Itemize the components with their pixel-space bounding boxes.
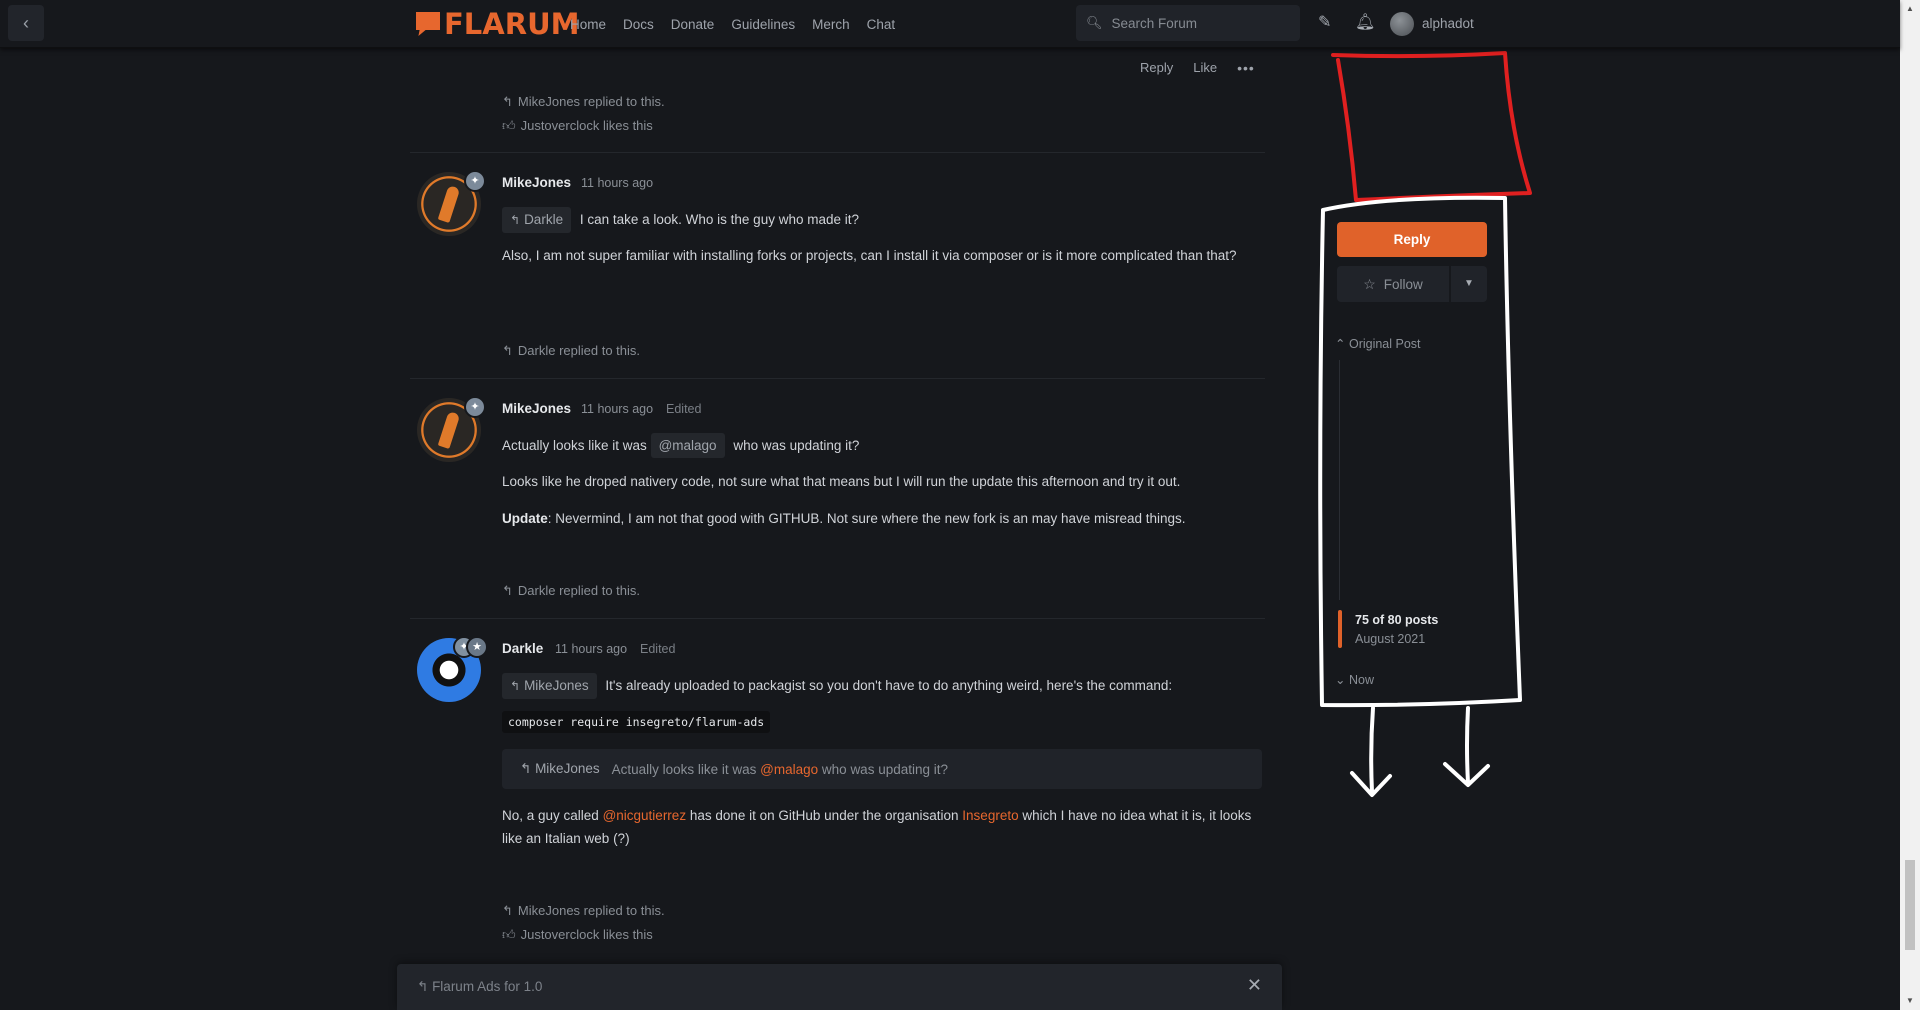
reply-to-tag[interactable]: ↰ MikeJones [502,673,597,699]
nav-chat[interactable]: Chat [867,17,896,32]
scroll-thumb[interactable] [1905,860,1915,950]
logo-icon [416,12,440,36]
likes-footer[interactable]: 👍︎ Justoverclock likes this [502,118,653,134]
site-logo[interactable]: FLARUM [416,9,579,39]
likes-footer[interactable]: 👍︎ Justoverclock likes this [502,927,653,943]
post-paragraph: Looks like he droped nativery code, not … [502,474,1181,489]
follow-button[interactable]: ☆ Follow [1337,266,1449,302]
code-snippet: composer require insegreto/flarum-ads [502,711,771,733]
reply-icon: ↰ [520,761,536,776]
caret-down-icon: ▼ [1464,278,1474,289]
quote-author: ↰ MikeJones [520,761,600,776]
scrubber-date: August 2021 [1355,632,1426,646]
close-icon[interactable]: ✕ [1247,975,1262,996]
reply-icon: ↰ [502,343,513,358]
quoted-post[interactable]: ↰ MikeJones Actually looks like it was @… [502,749,1262,789]
badge-icon: ✦ [464,170,486,192]
nav-home[interactable]: Home [570,17,606,32]
replied-footer[interactable]: ↰ Darkle replied to this. [502,583,640,599]
white-arrow-right [1443,706,1490,787]
scrubber-now[interactable]: ⌄ Now [1335,672,1374,687]
post-time[interactable]: 11 hours ago [581,176,653,190]
reply-icon: ↰ [510,213,521,227]
thumbs-up-icon: 👍︎ [502,927,516,942]
post-divider [410,618,1265,619]
reply-icon: ↰ [502,903,513,918]
thumbs-up-icon: 👍︎ [502,118,516,133]
post-paragraph: Update: Nevermind, I am not that good wi… [502,511,1186,526]
scrubber-track[interactable] [1339,360,1340,600]
star-icon: ☆ [1363,275,1376,292]
compose-icon[interactable]: ✎ [1318,12,1331,32]
post-author[interactable]: Darkle [502,641,543,656]
user-mention[interactable]: @malago [650,433,725,458]
scroll-down-icon[interactable]: ▼ [1906,996,1914,1005]
reply-icon: ↰ [502,583,513,598]
double-chevron-up-icon: ⌃ [1335,337,1346,351]
post-actions: Reply Like ••• [1140,60,1255,76]
badge-icon: ★ [466,636,488,658]
reply-to-tag[interactable]: ↰ Darkle [502,207,572,233]
composer-title[interactable]: ↰ Flarum Ads for 1.0 [417,979,542,995]
scrubber-count: 75 of 80 posts [1355,613,1439,627]
post-body: ↰ Darkle I can take a look. Who is the gu… [502,207,1262,233]
org-link[interactable]: Insegreto [962,808,1018,823]
scrubber-original-post[interactable]: ⌃ Original Post [1335,336,1421,351]
replied-footer[interactable]: ↰ Darkle replied to this. [502,343,640,359]
post-paragraph: Actually looks like it was @malago who w… [502,433,1262,458]
badge-icon: ✦ [464,396,486,418]
post-divider [410,152,1265,153]
post-time[interactable]: 11 hours ago [581,402,653,416]
post-author[interactable]: MikeJones [502,401,571,416]
nav-guidelines[interactable]: Guidelines [731,17,795,32]
red-box-drawing [1331,51,1532,202]
search-input[interactable]: 🔍︎ Search Forum [1076,5,1300,41]
post-divider [410,378,1265,379]
post-paragraph: No, a guy called @nicgutierrez has done … [502,808,1252,846]
chevron-left-icon: ‹ [23,12,29,33]
reply-icon: ↰ [502,94,513,109]
post-time[interactable]: 11 hours ago [555,642,627,656]
post-paragraph: Also, I am not super familiar with insta… [502,248,1237,263]
logo-text: FLARUM [444,7,580,41]
bell-icon[interactable]: 🔔︎ [1355,12,1375,32]
sidebar-reply-button[interactable]: Reply [1337,222,1487,257]
search-placeholder: Search Forum [1111,15,1198,31]
scroll-up-icon[interactable]: ▲ [1906,4,1914,13]
post-reply-button[interactable]: Reply [1140,60,1173,76]
replied-footer[interactable]: ↰ MikeJones replied to this. [502,903,665,919]
post-body: ↰ MikeJones It's already uploaded to pack… [502,673,1262,699]
composer-bar[interactable]: ↰ Flarum Ads for 1.0 ✕ [397,964,1282,1010]
user-mention[interactable]: @nicgutierrez [603,808,687,823]
back-button[interactable]: ‹ [8,5,44,41]
username[interactable]: alphadot [1422,16,1474,31]
nav-donate[interactable]: Donate [671,17,715,32]
edited-label[interactable]: Edited [640,642,675,656]
white-arrow-left [1350,706,1392,797]
nav-docs[interactable]: Docs [623,17,654,32]
main-nav: Home Docs Donate Guidelines Merch Chat [570,0,912,48]
user-mention[interactable]: @malago [760,762,818,777]
post-author[interactable]: MikeJones [502,175,571,190]
scrubber-handle[interactable] [1338,610,1342,648]
page-scrollbar[interactable]: ▲ ▼ [1900,0,1920,1010]
top-header: ‹ FLARUM Home Docs Donate Guidelines Mer… [0,0,1900,48]
search-icon: 🔍︎ [1086,15,1103,30]
nav-merch[interactable]: Merch [812,17,850,32]
follow-dropdown-button[interactable]: ▼ [1451,266,1487,302]
replied-footer[interactable]: ↰ MikeJones replied to this. [502,94,665,110]
reply-icon: ↰ [510,679,521,693]
user-avatar[interactable] [1390,12,1414,36]
post-like-button[interactable]: Like [1193,60,1217,76]
edited-label[interactable]: Edited [666,402,701,416]
double-chevron-down-icon: ⌄ [1335,673,1346,687]
reply-icon: ↰ [417,979,433,994]
post-more-button[interactable]: ••• [1237,60,1255,76]
